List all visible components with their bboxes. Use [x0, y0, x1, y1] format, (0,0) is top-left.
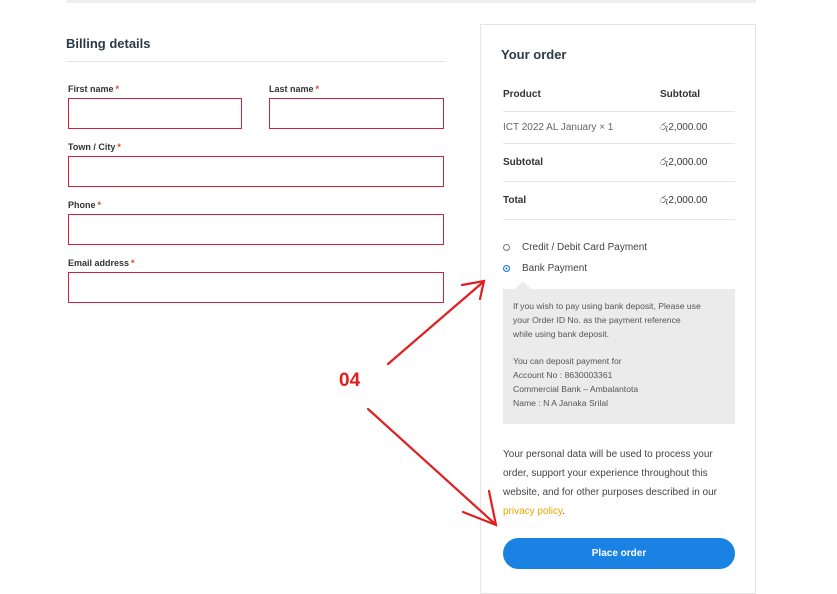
arrow-to-place-order [366, 407, 496, 525]
annotation-arrows [366, 279, 498, 527]
arrow-to-bank-payment [386, 281, 484, 366]
annotation-label: 04 [339, 370, 361, 391]
